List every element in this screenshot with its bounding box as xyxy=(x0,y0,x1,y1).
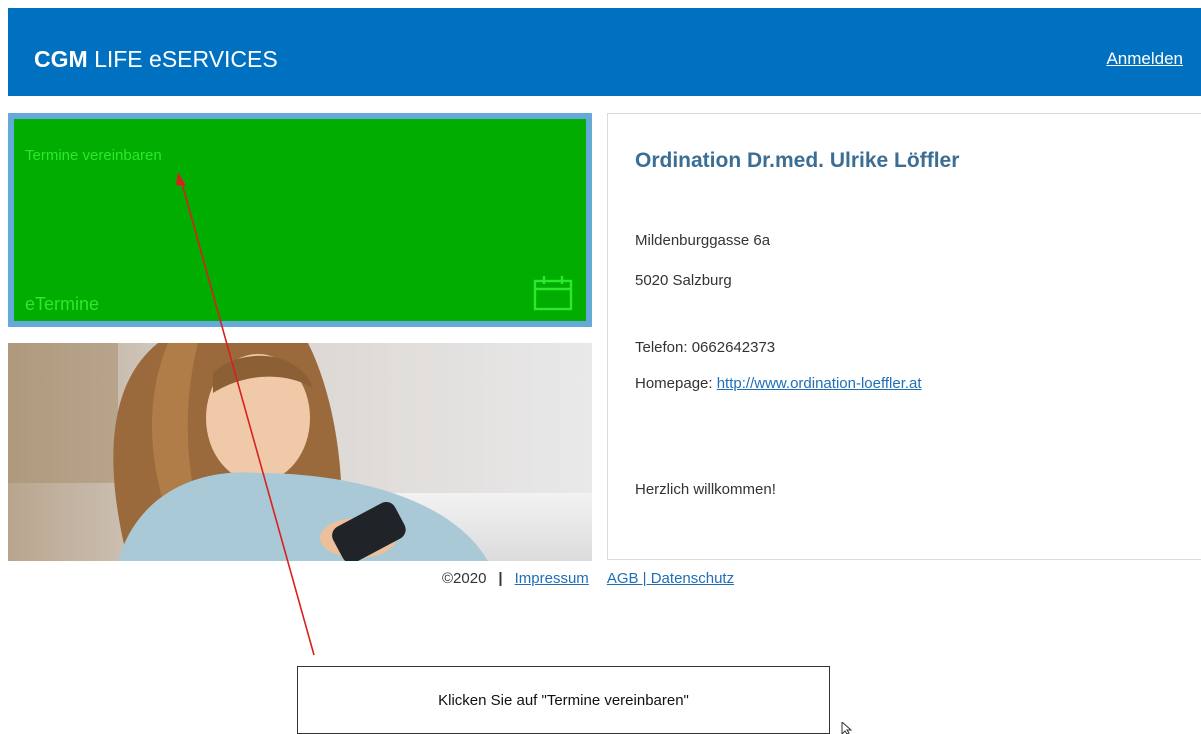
callout-text: Klicken Sie auf "Termine vereinbaren" xyxy=(438,692,689,709)
woman-with-smartphone-photo xyxy=(8,343,592,561)
address-street: Mildenburggasse 6a xyxy=(635,232,771,249)
calendar-icon xyxy=(533,276,573,311)
brand-rest: LIFE eSERVICES xyxy=(94,46,278,72)
termine-vereinbaren-link[interactable]: Termine vereinbaren xyxy=(25,147,162,164)
footer-separator: | xyxy=(498,570,503,587)
phone-number: Telefon: 0662642373 xyxy=(635,339,776,356)
practice-name: Ordination Dr.med. Ulrike Löffler xyxy=(635,149,960,172)
address-city: 5020 Salzburg xyxy=(635,272,732,289)
impressum-link[interactable]: Impressum xyxy=(515,570,589,587)
header-bar: CGM LIFE eSERVICES Anmelden xyxy=(8,8,1201,96)
footer: ©2020 | Impressum AGB | Datenschutz xyxy=(442,570,734,587)
homepage-line: Homepage: http://www.ordination-loeffler… xyxy=(635,375,922,392)
practice-info-panel: Ordination Dr.med. Ulrike Löffler Milden… xyxy=(607,113,1201,560)
welcome-text: Herzlich willkommen! xyxy=(635,481,776,498)
copyright: ©2020 xyxy=(442,570,487,587)
brand-bold: CGM xyxy=(34,46,88,72)
etermine-tile[interactable]: Termine vereinbaren eTermine xyxy=(14,119,586,321)
etermine-tile-frame: Termine vereinbaren eTermine xyxy=(8,113,592,327)
brand-logo: CGM LIFE eSERVICES xyxy=(34,46,278,73)
homepage-label: Homepage: xyxy=(635,375,717,392)
login-link[interactable]: Anmelden xyxy=(1106,49,1183,69)
agb-datenschutz-link[interactable]: AGB | Datenschutz xyxy=(607,570,734,587)
homepage-link[interactable]: http://www.ordination-loeffler.at xyxy=(717,375,922,392)
tile-title: eTermine xyxy=(25,294,100,314)
mouse-cursor-icon xyxy=(841,722,853,734)
instruction-callout: Klicken Sie auf "Termine vereinbaren" xyxy=(297,666,830,734)
